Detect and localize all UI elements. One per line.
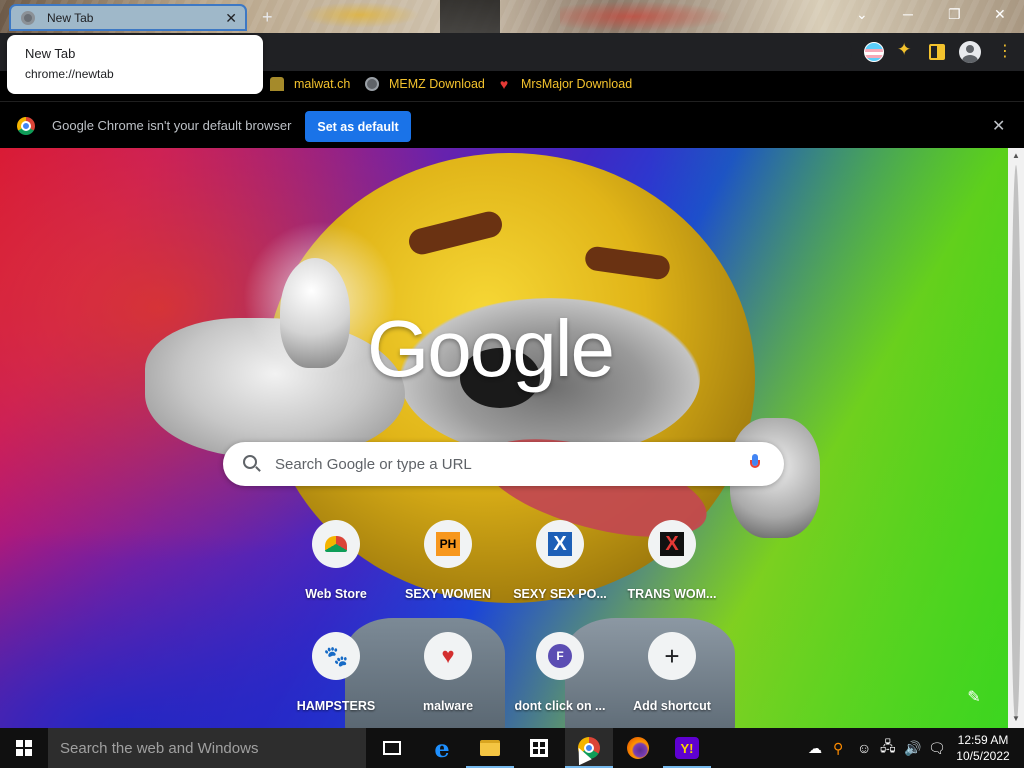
edge-icon: e <box>434 733 450 763</box>
bookmark-label: MrsMajor Download <box>521 77 633 91</box>
notification-icon[interactable]: 🗨 <box>928 728 946 768</box>
side-panel-icon[interactable] <box>929 44 945 60</box>
minimize-button[interactable]: ─ <box>903 6 913 22</box>
file-explorer-icon <box>480 740 500 756</box>
new-tab-page: Google Web Store PH SEXY WOMEN X SEXY SE… <box>0 148 1008 728</box>
plus-icon: + <box>664 640 680 671</box>
theme-decoration <box>440 0 500 33</box>
extensions-puzzle-icon[interactable]: ✦ <box>897 40 917 60</box>
customize-pencil-icon[interactable]: ✎ <box>960 684 988 712</box>
bookmark-memz-download[interactable]: MEMZ Download <box>365 77 485 91</box>
taskbar-firefox[interactable] <box>614 728 662 768</box>
network-icon[interactable]: 🖧 <box>880 728 896 768</box>
shortcut-label: Add shortcut <box>633 699 711 713</box>
heart-icon: ♥ <box>441 643 455 668</box>
shortcut-label: SEXY WOMEN <box>405 587 491 601</box>
shortcut-dont-click-on[interactable]: F dont click on ... <box>504 632 616 713</box>
scroll-up-arrow-icon[interactable]: ▲ <box>1012 151 1020 160</box>
taskbar-task-view[interactable] <box>368 728 416 768</box>
theme-decoration <box>560 0 740 33</box>
taskbar-chrome[interactable] <box>565 728 613 768</box>
restore-button[interactable]: ❐ <box>948 6 961 23</box>
bookmark-label: malwat.ch <box>294 77 351 91</box>
address-bar[interactable] <box>262 38 852 66</box>
tab-title: New Tab <box>47 10 94 25</box>
microphone-icon[interactable] <box>750 454 760 474</box>
taskbar-search[interactable] <box>48 728 366 768</box>
taskbar-file-explorer[interactable] <box>466 728 514 768</box>
f-icon: F <box>548 644 572 668</box>
taskbar-yahoo[interactable]: Y! <box>663 728 711 768</box>
webstore-icon <box>325 536 347 552</box>
infobar-message: Google Chrome isn't your default browser <box>52 118 292 133</box>
shortcut-label: HAMPSTERS <box>296 699 376 713</box>
bookmark-label: MEMZ Download <box>389 77 485 91</box>
scroll-down-arrow-icon[interactable]: ▼ <box>1012 714 1020 723</box>
shortcut-sexy-sex-po[interactable]: X SEXY SEX PO... <box>504 520 616 601</box>
clock-date: 10/5/2022 <box>956 749 1010 763</box>
tab-search-chevron-icon[interactable]: ⌄ <box>856 6 868 23</box>
ph-icon: PH <box>436 532 460 556</box>
windows-logo-icon <box>16 740 32 756</box>
set-as-default-button[interactable]: Set as default <box>305 111 411 142</box>
taskbar-store[interactable] <box>515 728 563 768</box>
page-scrollbar[interactable]: ▲ ▼ <box>1008 148 1024 728</box>
bookmark-mrsmajor-download[interactable]: ♥ MrsMajor Download <box>497 77 632 91</box>
tab-hover-card: New Tab chrome://newtab <box>7 35 263 94</box>
shortcut-malware[interactable]: ♥ malware <box>392 632 504 713</box>
google-logo: Google <box>367 304 615 393</box>
flag-icon[interactable] <box>864 42 884 62</box>
globe-icon <box>365 77 379 91</box>
taskbar-search-input[interactable] <box>48 728 366 768</box>
search-app-icon[interactable]: ⚲ <box>833 728 843 768</box>
title-bar: New Tab ✕ + ⌄ ─ ❐ ✕ <box>0 0 1024 33</box>
volume-icon[interactable]: 🔊 <box>904 728 921 768</box>
shortcut-sexy-women[interactable]: PH SEXY WOMEN <box>392 520 504 601</box>
tab-new-tab[interactable]: New Tab ✕ <box>9 4 247 31</box>
cloud-icon[interactable]: ☁ <box>808 728 822 768</box>
clock-time: 12:59 AM <box>957 733 1009 747</box>
shortcut-trans-wom[interactable]: X TRANS WOM... <box>616 520 728 601</box>
background-emoji-thumb <box>280 258 350 368</box>
firefox-icon <box>627 737 649 759</box>
theme-decoration <box>300 2 420 28</box>
taskbar-clock[interactable]: 12:59 AM 10/5/2022 <box>952 732 1014 764</box>
default-browser-infobar: Google Chrome isn't your default browser… <box>0 101 1024 148</box>
chrome-logo-icon <box>17 117 35 135</box>
yahoo-icon: Y! <box>675 737 699 759</box>
tab-close-icon[interactable]: ✕ <box>225 10 237 27</box>
google-search-box[interactable] <box>223 442 784 486</box>
emoji-icon[interactable]: ☺ <box>857 728 871 768</box>
menu-kebab-icon[interactable]: ⋮ <box>997 41 1013 61</box>
shortcut-web-store[interactable]: Web Store <box>280 520 392 601</box>
red-x-icon: X <box>660 532 684 556</box>
malwatch-icon <box>270 77 284 91</box>
windows-taskbar: e Y! ☁ ⚲ ☺ 🖧 🔊 🗨 12:59 AM 10/5/2022 <box>0 728 1024 768</box>
new-tab-button[interactable]: + <box>262 7 273 28</box>
infobar-close-icon[interactable]: ✕ <box>992 116 1005 136</box>
x-icon: X <box>548 532 572 556</box>
shortcut-label: Web Store <box>305 587 367 601</box>
store-icon <box>530 739 548 757</box>
heart-icon: ♥ <box>499 76 509 92</box>
taskbar-edge[interactable]: e <box>418 728 466 768</box>
close-window-button[interactable]: ✕ <box>994 6 1006 23</box>
hamster-icon: 🐾 <box>323 645 349 668</box>
shortcut-hampsters[interactable]: 🐾 HAMPSTERS <box>280 632 392 713</box>
bookmark-malwatch[interactable]: malwat.ch <box>270 77 350 91</box>
start-button[interactable] <box>0 728 48 768</box>
hover-card-url: chrome://newtab <box>25 67 114 81</box>
newtab-favicon-icon <box>21 10 35 25</box>
hover-card-title: New Tab <box>25 46 76 61</box>
scrollbar-thumb[interactable] <box>1011 165 1021 717</box>
task-view-icon <box>383 741 401 755</box>
shortcut-label: TRANS WOM... <box>627 587 717 601</box>
add-shortcut-button[interactable]: + Add shortcut <box>616 632 728 713</box>
search-icon <box>243 455 257 469</box>
shortcut-label: malware <box>422 699 474 713</box>
shortcut-label: dont click on ... <box>514 699 606 713</box>
shortcut-label: SEXY SEX PO... <box>513 587 607 601</box>
profile-avatar-icon[interactable] <box>959 41 981 63</box>
search-input[interactable] <box>275 442 745 486</box>
